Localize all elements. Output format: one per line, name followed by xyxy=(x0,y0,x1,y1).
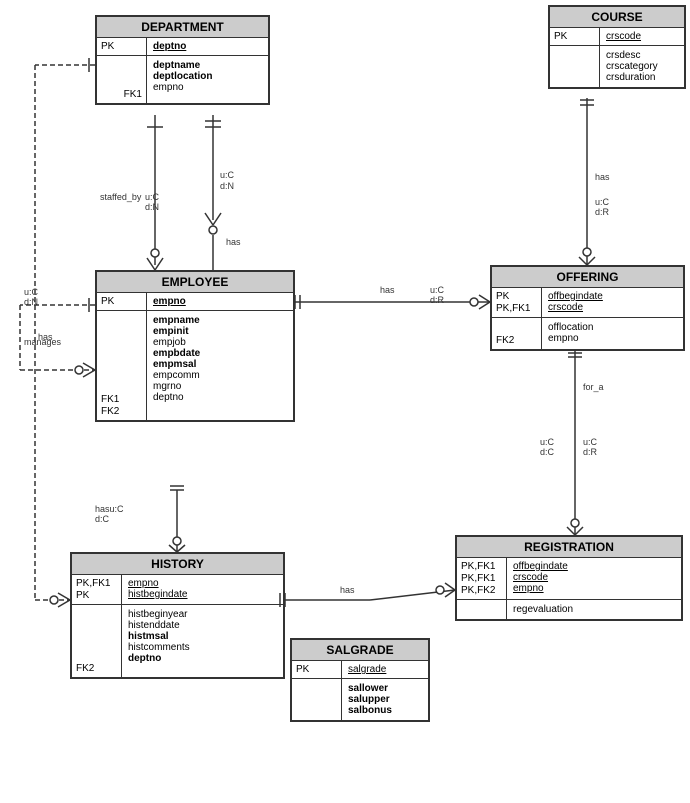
entity-registration: REGISTRATION PK,FK1 PK,FK1 PK,FK2 offbeg… xyxy=(455,535,683,621)
entity-employee: EMPLOYEE PK empno FK1 FK2 empname empini… xyxy=(95,270,295,422)
hist-attr-histmsal: histmsal xyxy=(128,631,277,642)
label-hasu-c: hasu:C xyxy=(95,504,124,514)
label-has-course: has xyxy=(595,172,610,182)
label-has-hist-reg: has xyxy=(340,585,355,595)
label-dr-reg2: d:R xyxy=(583,447,598,457)
dept-fk1-label: FK1 xyxy=(124,89,142,100)
sal-attr-salupper: salupper xyxy=(348,694,422,705)
label-uc-dept2: u:C xyxy=(145,192,160,202)
label-uc-dept: u:C xyxy=(220,170,235,180)
hist-attr-histcomments: histcomments xyxy=(128,642,277,653)
hist-pk1-attr: empno xyxy=(128,578,277,589)
entity-salgrade: SALGRADE PK salgrade sallower salupper s… xyxy=(290,638,430,722)
reg-pk1-attr: offbegindate xyxy=(513,561,675,572)
emp-attr-empbdate: empbdate xyxy=(153,348,287,359)
offering-title: OFFERING xyxy=(492,267,683,288)
off-pk2-attr: crscode xyxy=(548,302,677,313)
entity-department: DEPARTMENT PK deptno FK1 deptname deptlo… xyxy=(95,15,270,105)
emp-fk2-label: FK2 xyxy=(101,406,142,417)
label-dn-dept: d:N xyxy=(220,181,234,191)
entity-history: HISTORY PK,FK1 PK empno histbegindate FK… xyxy=(70,552,285,679)
diagram-container: DEPARTMENT PK deptno FK1 deptname deptlo… xyxy=(0,0,690,803)
course-attr-crsdesc: crsdesc xyxy=(606,50,678,61)
course-title: COURSE xyxy=(550,7,684,28)
history-title: HISTORY xyxy=(72,554,283,575)
label-has-left: has xyxy=(38,332,53,342)
hist-attr-deptno: deptno xyxy=(128,653,277,664)
registration-title: REGISTRATION xyxy=(457,537,681,558)
dept-pk-attr: deptno xyxy=(153,41,186,52)
label-for-a: for_a xyxy=(583,382,604,392)
label-has-dept-emp: has xyxy=(226,237,241,247)
reg-pk1-label: PK,FK1 xyxy=(461,561,502,572)
emp-fk1-label: FK1 xyxy=(101,394,142,405)
label-dc-hist: d:C xyxy=(95,514,110,524)
label-has-emp-off: has xyxy=(380,285,395,295)
reg-attr-regevaluation: regevaluation xyxy=(513,604,675,615)
emp-pk-label: PK xyxy=(101,296,142,307)
off-pk2-label: PK,FK1 xyxy=(496,303,537,314)
dept-attr-deptlocation: deptlocation xyxy=(153,71,262,82)
emp-attr-empcomm: empcomm xyxy=(153,370,287,381)
dept-pk-label: PK xyxy=(101,41,142,52)
emp-pk-attr: empno xyxy=(153,296,186,307)
employee-title: EMPLOYEE xyxy=(97,272,293,293)
label-dr-course: d:R xyxy=(595,207,610,217)
off-pk1-label: PK xyxy=(496,291,537,302)
off-pk1-attr: offbegindate xyxy=(548,291,677,302)
emp-attr-empjob: empjob xyxy=(153,337,287,348)
sal-pk-label: PK xyxy=(296,664,337,675)
reg-pk3-attr: empno xyxy=(513,583,675,594)
hist-pk2-attr: histbegindate xyxy=(128,589,277,600)
hist-fk2-label: FK2 xyxy=(76,663,117,674)
label-uc-reg1: u:C xyxy=(540,437,555,447)
hist-pk1-label: PK,FK1 xyxy=(76,578,117,589)
hist-attr-histbeginyear: histbeginyear xyxy=(128,609,277,620)
entity-course: COURSE PK crscode crsdesc crscategory cr… xyxy=(548,5,686,89)
dept-attr-deptname: deptname xyxy=(153,60,262,71)
salgrade-title: SALGRADE xyxy=(292,640,428,661)
department-title: DEPARTMENT xyxy=(97,17,268,38)
hist-pk2-label: PK xyxy=(76,590,117,601)
course-pk-attr: crscode xyxy=(606,31,641,42)
label-dn-dept2: d:N xyxy=(145,202,159,212)
label-dr-off: d:R xyxy=(430,295,445,305)
off-fk2-label: FK2 xyxy=(496,335,537,346)
sal-attr-sallower: sallower xyxy=(348,683,422,694)
off-attr-empno: empno xyxy=(548,333,677,344)
reg-pk3-label: PK,FK2 xyxy=(461,585,502,596)
emp-attr-mgrno: mgrno xyxy=(153,381,287,392)
emp-attr-empmsal: empmsal xyxy=(153,359,287,370)
emp-attr-empinit: empinit xyxy=(153,326,287,337)
sal-attr-salbonus: salbonus xyxy=(348,705,422,716)
course-attr-crscategory: crscategory xyxy=(606,61,678,72)
label-dc-reg1: d:C xyxy=(540,447,555,457)
course-pk-label: PK xyxy=(554,31,595,42)
reg-pk2-attr: crscode xyxy=(513,572,675,583)
emp-attr-empname: empname xyxy=(153,315,287,326)
off-attr-offlocation: offlocation xyxy=(548,322,677,333)
label-dn-manages: d:N xyxy=(24,297,38,307)
reg-pk2-label: PK,FK1 xyxy=(461,573,502,584)
label-uc-reg2: u:C xyxy=(583,437,598,447)
emp-attr-deptno: deptno xyxy=(153,392,287,403)
hist-attr-histenddate: histenddate xyxy=(128,620,277,631)
sal-pk-attr: salgrade xyxy=(348,664,386,675)
course-attr-crsduration: crsduration xyxy=(606,72,678,83)
label-uc-manages: u:C xyxy=(24,287,39,297)
label-manages: manages xyxy=(24,337,62,347)
label-uc-course: u:C xyxy=(595,197,610,207)
entity-offering: OFFERING PK PK,FK1 offbegindate crscode … xyxy=(490,265,685,351)
label-uc-off: u:C xyxy=(430,285,445,295)
dept-attr-empno: empno xyxy=(153,82,262,93)
label-staffed-by: staffed_by xyxy=(100,192,142,202)
